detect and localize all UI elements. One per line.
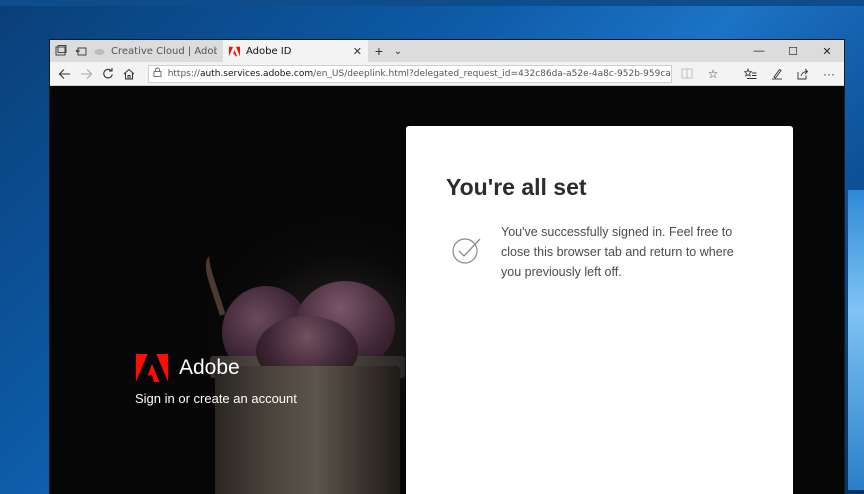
favorites-hub-icon[interactable] <box>740 63 762 85</box>
set-tabs-aside-icon[interactable] <box>74 44 88 58</box>
url-prefix: https:// <box>167 68 200 79</box>
tab-label: Creative Cloud | Adobe Crea <box>111 45 217 57</box>
window-controls: — ☐ ✕ <box>742 40 844 62</box>
brand-subtitle: Sign in or create an account <box>135 391 297 406</box>
lock-icon <box>153 67 162 80</box>
tab-preview-icon[interactable] <box>54 44 68 58</box>
tab-bar: Creative Cloud | Adobe Crea Adobe ID ✕ +… <box>50 40 844 62</box>
card-title: You're all set <box>446 174 587 200</box>
maximize-button[interactable]: ☐ <box>776 40 810 62</box>
address-bar[interactable]: https://auth.services.adobe.com/en_US/de… <box>147 64 672 83</box>
url-domain: auth.services.adobe.com <box>199 68 314 79</box>
minimize-button[interactable]: — <box>742 40 776 62</box>
tab-dropdown-icon[interactable]: ⌄ <box>390 40 406 62</box>
card-message: You've successfully signed in. Feel free… <box>501 225 734 279</box>
desktop-top-edge <box>0 0 864 6</box>
tab-label: Adobe ID <box>246 45 292 57</box>
url-path: /en_US/deeplink.html?delegated_request_i… <box>313 68 672 79</box>
address-toolbar: https://auth.services.adobe.com/en_US/de… <box>50 62 844 86</box>
refresh-icon[interactable] <box>97 63 118 85</box>
back-icon[interactable] <box>54 63 75 85</box>
tab-adobe-id[interactable]: Adobe ID ✕ <box>223 40 368 62</box>
checkmark-circle-icon <box>452 238 481 264</box>
toolbar-right: ☆ ··· <box>676 63 840 85</box>
home-icon[interactable] <box>118 63 139 85</box>
creative-cloud-favicon-icon <box>94 46 105 57</box>
tab-bar-left-icons <box>50 40 88 62</box>
close-window-button[interactable]: ✕ <box>810 40 844 62</box>
browser-window: Creative Cloud | Adobe Crea Adobe ID ✕ +… <box>50 40 844 494</box>
stone-pot-image <box>215 366 400 494</box>
tab-creative-cloud[interactable]: Creative Cloud | Adobe Crea <box>88 40 223 62</box>
tab-close-icon[interactable]: ✕ <box>353 45 362 58</box>
desktop-wallpaper-light <box>848 190 864 490</box>
more-icon[interactable]: ··· <box>818 63 840 85</box>
forward-icon[interactable] <box>75 63 96 85</box>
page-content: Adobe Sign in or create an account You'r… <box>50 86 844 494</box>
reading-view-icon[interactable] <box>676 63 698 85</box>
success-card: You're all set You've successfully signe… <box>406 126 793 494</box>
pen-icon[interactable] <box>766 63 788 85</box>
adobe-brand: Adobe <box>135 354 240 382</box>
adobe-logo-icon <box>135 354 169 382</box>
adobe-favicon-icon <box>229 46 240 57</box>
new-tab-button[interactable]: + <box>368 40 390 62</box>
share-icon[interactable] <box>792 63 814 85</box>
favorite-star-icon[interactable]: ☆ <box>702 63 724 85</box>
brand-name: Adobe <box>179 356 240 379</box>
